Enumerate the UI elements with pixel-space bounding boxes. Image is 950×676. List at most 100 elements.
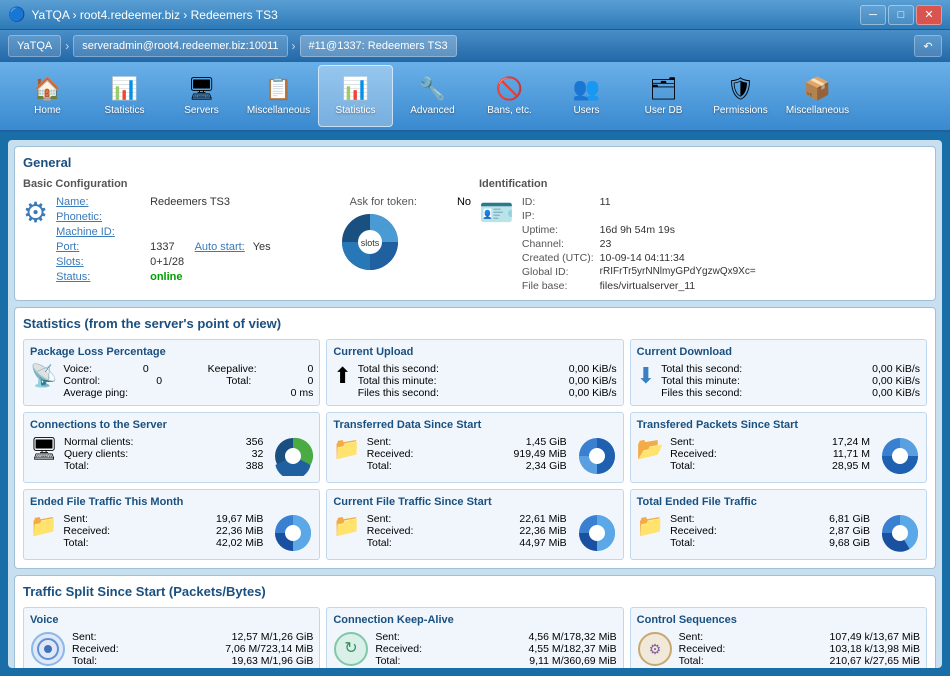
tef-sent-label: Sent: — [670, 513, 695, 525]
transferred-packets-title: Transfered Packets Since Start — [637, 419, 920, 431]
misc-global-icon: 📋 — [265, 76, 292, 102]
traffic-voice-card: Voice Sent: 12,57 M/1,26 GiB — [23, 607, 320, 668]
transferred-data-pie — [577, 436, 617, 476]
download-icon: ⬇ — [637, 363, 655, 389]
tv-sent-value: 12,57 M/1,26 GiB — [232, 631, 314, 643]
name-label[interactable]: Name: — [56, 196, 146, 208]
tc-total-label: Total: — [679, 655, 704, 667]
tv-total-label: Total: — [72, 655, 97, 667]
pl-keepalive-value: 0 — [307, 363, 313, 375]
status-label[interactable]: Status: — [56, 271, 146, 283]
pl-keepalive-label: Keepalive: — [208, 363, 257, 375]
cfss-sent-value: 22,61 MiB — [519, 513, 566, 525]
toolbar-statistics-global[interactable]: 📊 Statistics — [87, 65, 162, 127]
current-file-since-start-title: Current File Traffic Since Start — [333, 496, 616, 508]
svg-text:⚙: ⚙ — [648, 641, 661, 657]
cfss-recv-row: Received: 22,36 MiB — [367, 525, 567, 537]
slots-row: Slots: 0+1/28 — [56, 256, 271, 268]
td-sent-value: 1,45 GiB — [526, 436, 567, 448]
current-upload-rows: ⬆ Total this second: 0,00 KiB/s Total th… — [333, 363, 616, 399]
transferred-packets-rows: 📂 Sent: 17,24 M Received: 11,71 M Total: — [637, 436, 920, 476]
toolbar-userdb[interactable]: 🗂 User DB — [626, 65, 701, 127]
toolbar-advanced[interactable]: 🔧 Advanced — [395, 65, 470, 127]
td-recv-label: Received: — [367, 448, 414, 460]
title-bar: 🔵 YaTQA › root4.redeemer.biz › Redeemers… — [0, 0, 950, 30]
tp-total-value: 28,95 M — [832, 460, 870, 472]
toolbar-statistics[interactable]: 📊 Statistics — [318, 65, 393, 127]
traffic-keepalive-rows: ↻ Sent: 4,56 M/178,32 MiB Received: 4,55… — [333, 631, 616, 667]
tc-sent-value: 107,49 k/13,67 MiB — [830, 631, 920, 643]
tp-total-label: Total: — [670, 460, 695, 472]
file-since-start-icon: 📁 — [333, 513, 360, 539]
tk-sent-value: 4,56 M/178,32 MiB — [529, 631, 617, 643]
general-grid: Basic Configuration ⚙ Name: Redeemers TS… — [23, 178, 927, 292]
current-download-title: Current Download — [637, 346, 920, 358]
id-icon: 🪪 — [479, 196, 514, 292]
advanced-icon: 🔧 — [419, 76, 446, 102]
statistics-title: Statistics (from the server's point of v… — [23, 316, 927, 331]
svg-text:↻: ↻ — [345, 640, 358, 657]
cd-thismin-label: Total this minute: — [661, 375, 740, 387]
tk-sent-row: Sent: 4,56 M/178,32 MiB — [375, 631, 616, 643]
conn-normal-label: Normal clients: — [64, 436, 133, 448]
efm-recv-label: Received: — [63, 525, 110, 537]
port-row: Port: 1337 Auto start: Yes — [56, 241, 271, 253]
port-label[interactable]: Port: — [56, 241, 146, 253]
current-download-card: Current Download ⬇ Total this second: 0,… — [630, 339, 927, 406]
td-recv-value: 919,49 MiB — [514, 448, 567, 460]
td-total-label: Total: — [367, 460, 392, 472]
addr-segment-1[interactable]: YaTQA — [8, 35, 61, 57]
autostart-label[interactable]: Auto start: — [195, 241, 245, 253]
tk-total-row: Total: 9,11 M/360,69 MiB — [375, 655, 616, 667]
efm-sent-value: 19,67 MiB — [216, 513, 263, 525]
cu-thismin-row: Total this minute: 0,00 KiB/s — [358, 375, 617, 387]
userdb-icon: 🗂 — [650, 76, 678, 102]
keepalive-icon: ↻ — [333, 631, 369, 667]
id-filebase-label: File base: — [522, 280, 594, 292]
pl-control-row: Control: 0 Total: 0 — [63, 375, 313, 387]
close-button[interactable]: ✕ — [916, 5, 942, 25]
toolbar-misc[interactable]: 📦 Miscellaneous — [780, 65, 855, 127]
current-file-since-start-data: Sent: 22,61 MiB Received: 22,36 MiB Tota… — [367, 513, 567, 549]
cu-filessec-row: Files this second: 0,00 KiB/s — [358, 387, 617, 399]
machineid-label[interactable]: Machine ID: — [56, 226, 146, 238]
transferred-packets-data: Sent: 17,24 M Received: 11,71 M Total: 2… — [670, 436, 870, 472]
toolbar-home[interactable]: 🏠 Home — [10, 65, 85, 127]
efm-total-row: Total: 42,02 MiB — [63, 537, 263, 549]
toolbar-misc-global[interactable]: 📋 Miscellaneous — [241, 65, 316, 127]
addr-segment-3[interactable]: #11@1337: Redeemers TS3 — [300, 35, 457, 57]
addr-sep-1: › — [65, 39, 69, 53]
cu-filessec-value: 0,00 KiB/s — [569, 387, 617, 399]
connections-data: Normal clients: 356 Query clients: 32 To… — [64, 436, 263, 472]
tk-sent-label: Sent: — [375, 631, 400, 643]
cd-filessec-row: Files this second: 0,00 KiB/s — [661, 387, 920, 399]
id-channel-value: 23 — [600, 238, 756, 250]
pl-total-value: 0 — [307, 375, 313, 387]
minimize-button[interactable]: ─ — [860, 5, 886, 25]
efm-sent-row: Sent: 19,67 MiB — [63, 513, 263, 525]
package-loss-data: Voice: 0 Keepalive: 0 Control: 0 Total: … — [63, 363, 313, 399]
statistics-section: Statistics (from the server's point of v… — [14, 307, 936, 569]
tv-total-row: Total: 19,63 M/1,96 GiB — [72, 655, 313, 667]
toolbar-bans[interactable]: 🚫 Bans, etc. — [472, 65, 547, 127]
toolbar-permissions[interactable]: 🛡 Permissions — [703, 65, 778, 127]
transferred-data-icon: 📁 — [333, 436, 360, 462]
toolbar-users[interactable]: 👥 Users — [549, 65, 624, 127]
addr-segment-2[interactable]: serveradmin@root4.redeemer.biz:10011 — [73, 35, 287, 57]
cfss-sent-row: Sent: 22,61 MiB — [367, 513, 567, 525]
cd-thismin-value: 0,00 KiB/s — [872, 375, 920, 387]
cfss-total-row: Total: 44,97 MiB — [367, 537, 567, 549]
transferred-data-rows: 📁 Sent: 1,45 GiB Received: 919,49 MiB To… — [333, 436, 616, 476]
cd-filessec-value: 0,00 KiB/s — [872, 387, 920, 399]
traffic-voice-rows: Sent: 12,57 M/1,26 GiB Received: 7,06 M/… — [30, 631, 313, 667]
phonetic-label[interactable]: Phonetic: — [56, 211, 146, 223]
maximize-button[interactable]: □ — [888, 5, 914, 25]
slots-label[interactable]: Slots: — [56, 256, 146, 268]
file-month-icon: 📁 — [30, 513, 57, 539]
td-total-row: Total: 2,34 GiB — [367, 460, 567, 472]
tv-recv-label: Received: — [72, 643, 119, 655]
toolbar-servers[interactable]: 🖥 Servers — [164, 65, 239, 127]
cu-thismin-value: 0,00 KiB/s — [569, 375, 617, 387]
tv-recv-row: Received: 7,06 M/723,14 MiB — [72, 643, 313, 655]
back-arrow[interactable]: ↶ — [914, 35, 942, 57]
